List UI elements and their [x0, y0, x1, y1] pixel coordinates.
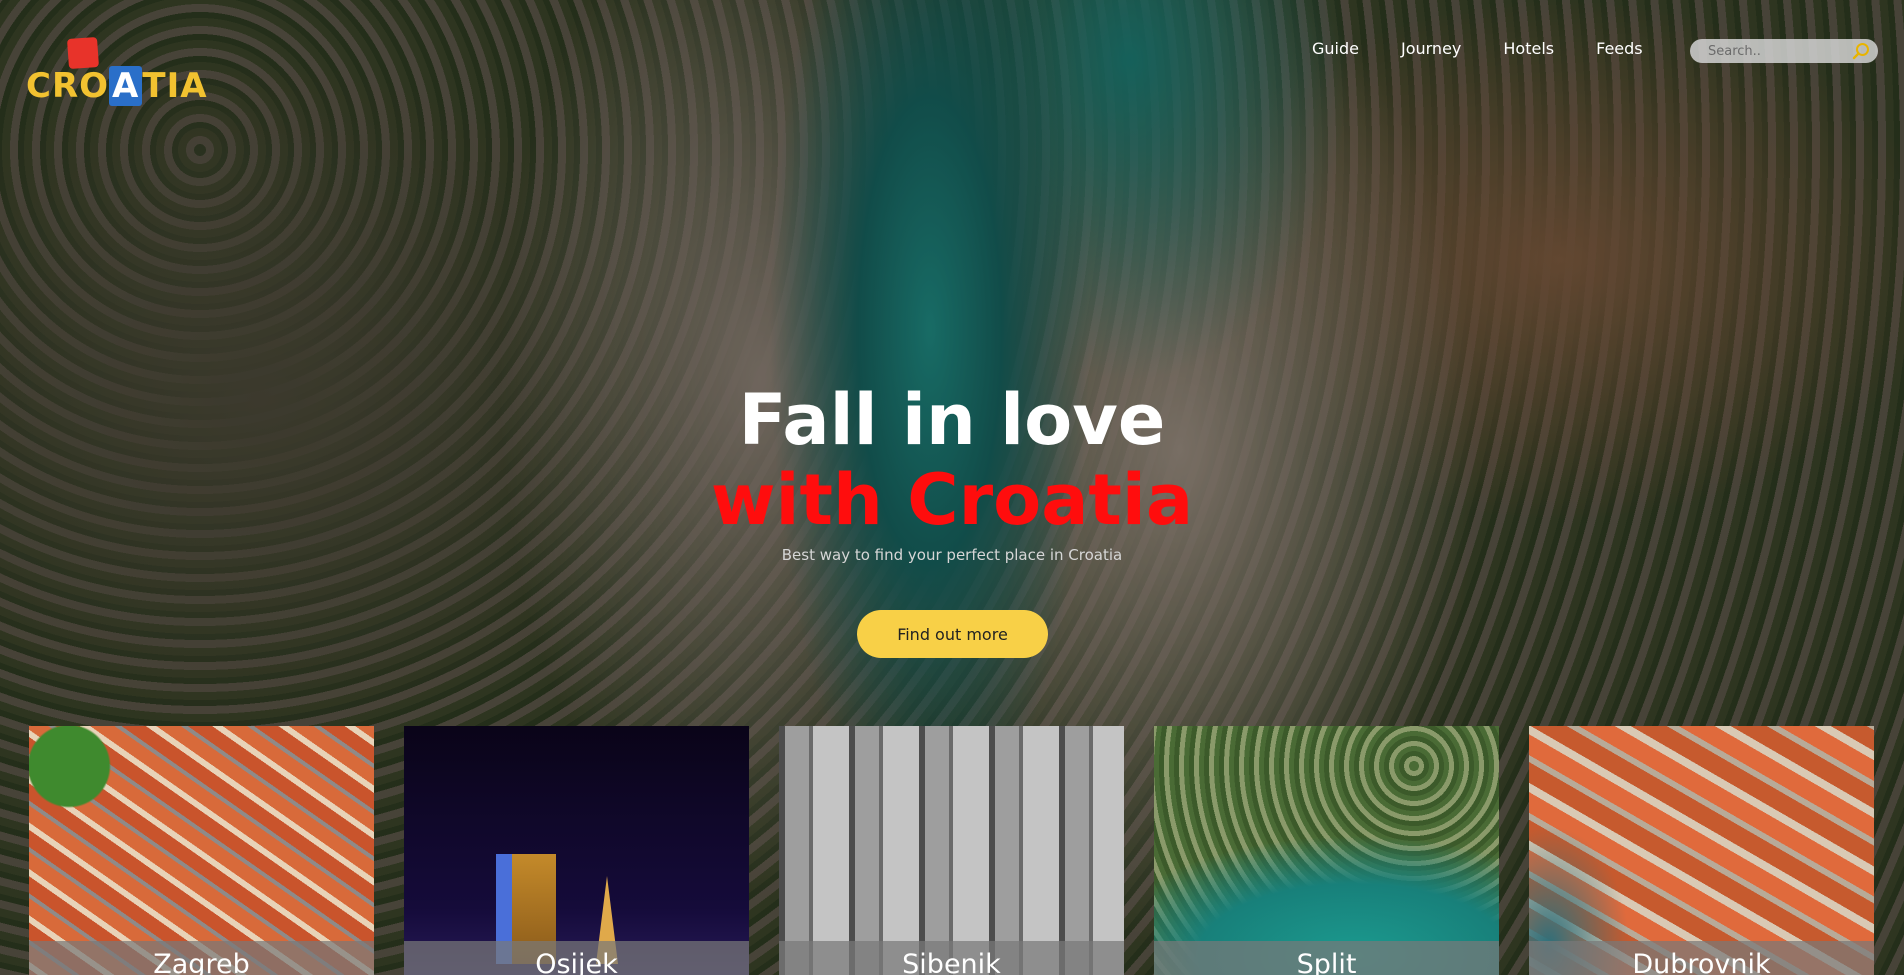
main-nav: Guide Journey Hotels Feeds	[1312, 38, 1685, 60]
city-card-osijek[interactable]: Osijek	[404, 726, 749, 975]
hero-title-line2: with Croatia	[710, 459, 1194, 541]
nav-item-guide[interactable]: Guide	[1312, 38, 1359, 60]
logo-mark-icon	[66, 36, 100, 70]
search-box	[1690, 39, 1878, 63]
logo-wordmark: CROATIA	[26, 66, 208, 106]
hero-headline: Fall in love with Croatia Best way to fi…	[0, 380, 1904, 564]
city-card-label: Osijek	[404, 941, 749, 975]
city-card-dubrovnik[interactable]: Dubrovnik	[1529, 726, 1874, 975]
find-out-more-button[interactable]: Find out more	[857, 610, 1048, 658]
city-card-split[interactable]: Split	[1154, 726, 1499, 975]
nav-item-journey[interactable]: Journey	[1401, 38, 1461, 60]
search-icon[interactable]	[1852, 42, 1870, 60]
city-card-label: Dubrovnik	[1529, 941, 1874, 975]
city-card-zagreb[interactable]: Zagreb	[29, 726, 374, 975]
search-input[interactable]	[1690, 43, 1840, 59]
hero-title-line1: Fall in love	[738, 379, 1166, 461]
nav-item-feeds[interactable]: Feeds	[1596, 38, 1643, 60]
city-card-label: Zagreb	[29, 941, 374, 975]
city-card-label: Sibenik	[779, 941, 1124, 975]
croatia-logo[interactable]: CROATIA	[26, 36, 208, 108]
city-card-label: Split	[1154, 941, 1499, 975]
nav-item-hotels[interactable]: Hotels	[1503, 38, 1554, 60]
city-card-sibenik[interactable]: Sibenik	[779, 726, 1124, 975]
hero-tagline: Best way to find your perfect place in C…	[781, 546, 1123, 564]
